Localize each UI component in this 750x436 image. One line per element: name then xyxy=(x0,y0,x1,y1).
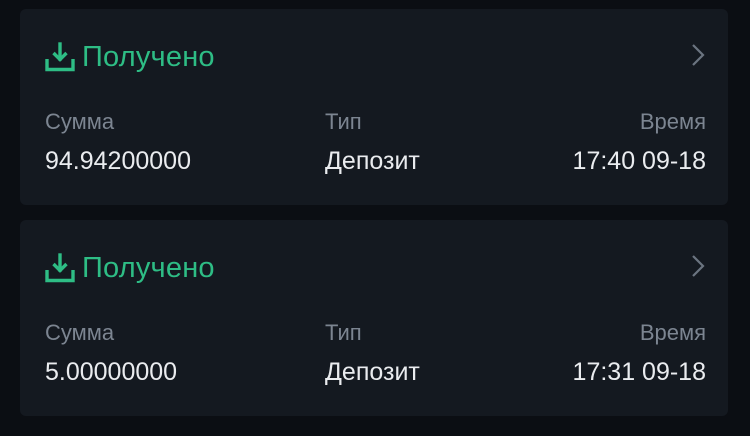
amount-field: Сумма 94.94200000 xyxy=(45,109,191,176)
time-value: 17:31 09-18 xyxy=(572,358,706,386)
amount-label: Сумма xyxy=(45,320,115,345)
status-label: Получено xyxy=(82,40,215,73)
type-value: Депозит xyxy=(325,147,420,175)
chevron-right-icon[interactable] xyxy=(690,42,706,68)
download-tray-icon xyxy=(45,253,75,283)
amount-value: 5.00000000 xyxy=(45,358,178,386)
download-tray-icon xyxy=(45,42,75,72)
time-field: Время 17:31 09-18 xyxy=(573,320,706,387)
time-field: Время 17:40 09-18 xyxy=(573,109,706,176)
amount-label: Сумма xyxy=(45,109,115,134)
amount-value: 94.94200000 xyxy=(45,147,191,175)
status-row: Получено xyxy=(44,248,215,288)
type-label: Тип xyxy=(325,320,362,345)
type-field: Тип Депозит xyxy=(325,320,420,387)
type-field: Тип Депозит xyxy=(325,109,420,176)
time-value: 17:40 09-18 xyxy=(572,147,706,175)
type-value: Депозит xyxy=(325,358,420,386)
type-label: Тип xyxy=(325,109,362,134)
status-row: Получено xyxy=(44,37,215,77)
transaction-list: Получено Сумма 94.94200000 Тип Депозит В… xyxy=(0,0,750,436)
time-label: Время xyxy=(639,109,706,134)
status-label: Получено xyxy=(82,251,215,284)
time-label: Время xyxy=(639,320,706,345)
transaction-card[interactable]: Получено Сумма 94.94200000 Тип Депозит В… xyxy=(20,9,728,205)
chevron-right-icon[interactable] xyxy=(690,253,706,279)
transaction-card[interactable]: Получено Сумма 5.00000000 Тип Депозит Вр… xyxy=(20,220,728,416)
amount-field: Сумма 5.00000000 xyxy=(45,320,177,387)
